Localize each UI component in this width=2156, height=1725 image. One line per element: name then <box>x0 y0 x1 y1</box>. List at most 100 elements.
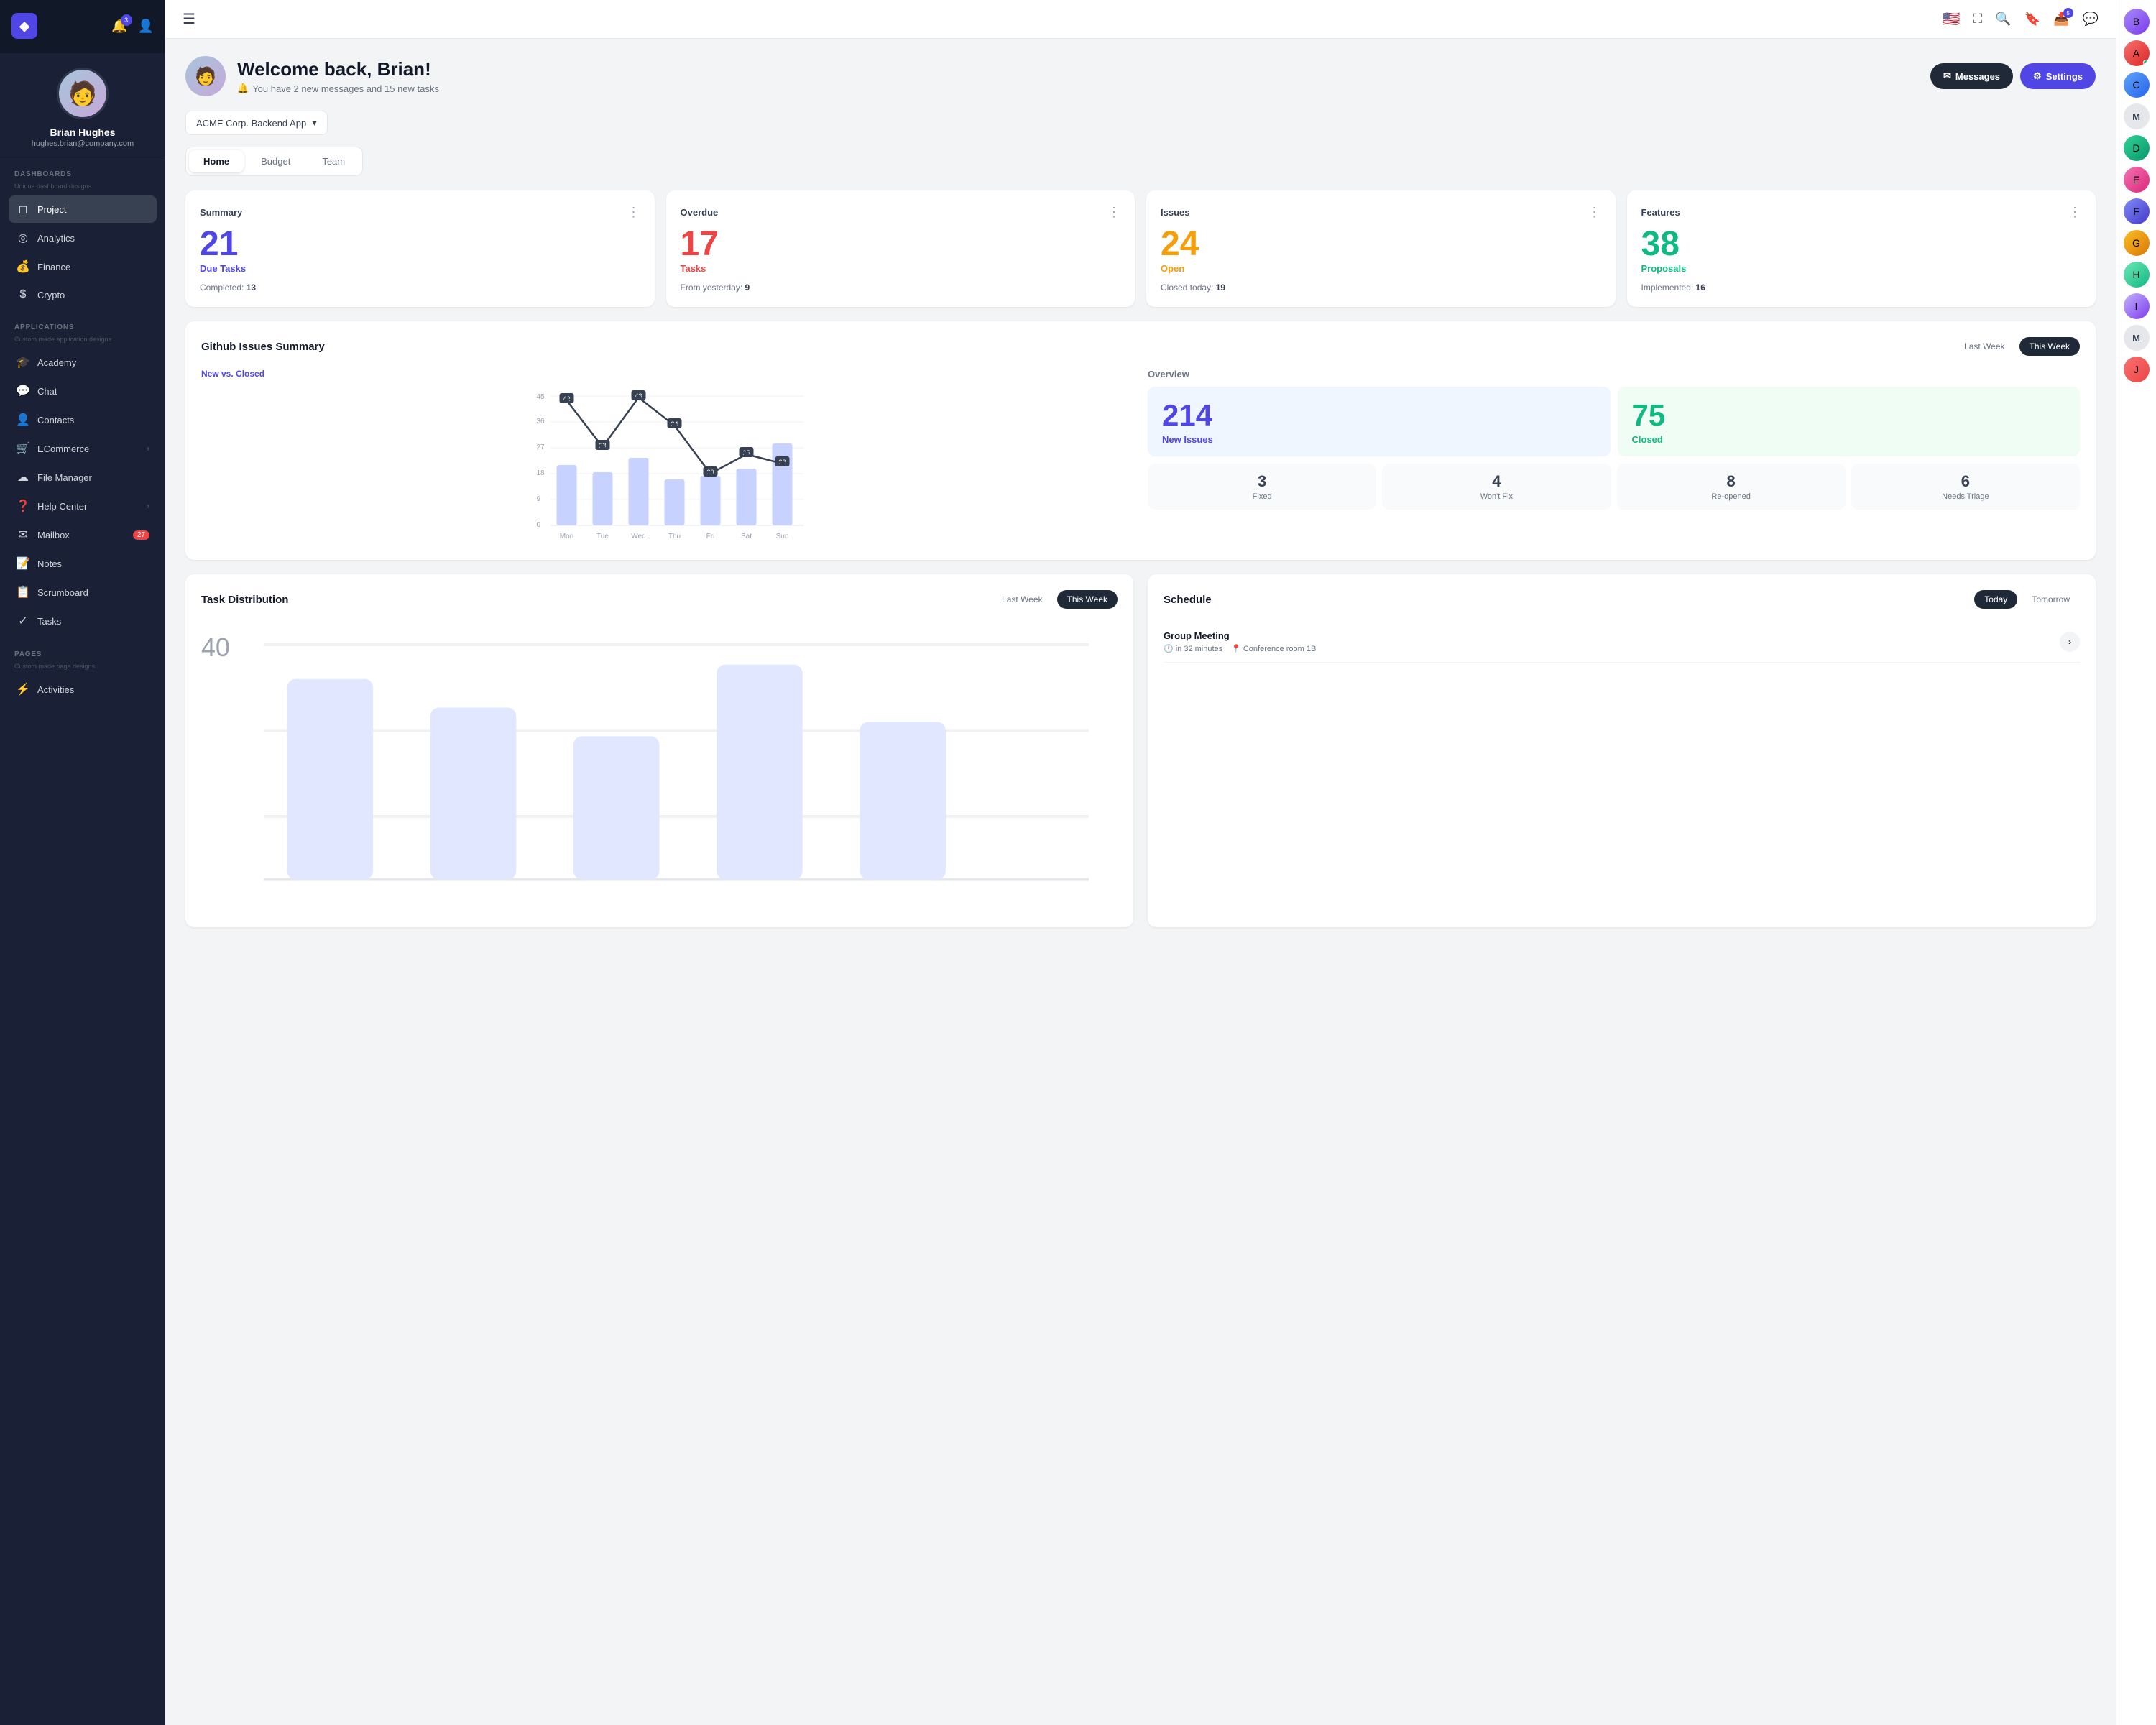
sidebar-item-crypto[interactable]: $ Crypto <box>9 282 157 308</box>
closed-issues-card: 75 Closed <box>1618 387 2081 456</box>
stat-summary-menu[interactable]: ⋮ <box>627 205 640 220</box>
schedule-tomorrow-btn[interactable]: Tomorrow <box>2022 590 2080 609</box>
notification-bell[interactable]: 🔔 3 <box>111 19 127 34</box>
stat-overdue-header: Overdue ⋮ <box>681 205 1121 220</box>
svg-text:45: 45 <box>537 393 545 401</box>
sidebar-item-finance[interactable]: 💰 Finance <box>9 253 157 280</box>
sidebar-item-academy[interactable]: 🎓 Academy <box>9 349 157 376</box>
github-last-week-btn[interactable]: Last Week <box>1954 337 2014 356</box>
task-dist-last-week-btn[interactable]: Last Week <box>992 590 1052 609</box>
schedule-today-btn[interactable]: Today <box>1974 590 2017 609</box>
github-this-week-btn[interactable]: This Week <box>2019 337 2080 356</box>
project-selector-label: ACME Corp. Backend App <box>196 118 306 129</box>
sidebar-item-tasks[interactable]: ✓ Tasks <box>9 607 157 635</box>
mini-card-triage: 6 Needs Triage <box>1851 464 2080 510</box>
mini-card-wontfix: 4 Won't Fix <box>1382 464 1611 510</box>
right-sidebar: B A C M D E F G H I M J <box>2116 0 2156 1725</box>
chevron-down-icon: ▾ <box>312 117 317 129</box>
chevron-right-icon-2: › <box>147 502 149 510</box>
wontfix-label: Won't Fix <box>1389 492 1603 501</box>
analytics-icon: ◎ <box>16 231 30 245</box>
sidebar-item-notes[interactable]: 📝 Notes <box>9 550 157 577</box>
inbox-icon[interactable]: 📥 5 <box>2053 12 2069 27</box>
schedule-item-arrow[interactable]: › <box>2060 632 2080 652</box>
fullscreen-icon[interactable]: ⛶ <box>1973 12 1983 27</box>
project-selector[interactable]: ACME Corp. Backend App ▾ <box>185 111 328 135</box>
right-avatar-5[interactable]: E <box>2124 167 2150 193</box>
nav-applications: APPLICATIONS Custom made application des… <box>0 313 165 640</box>
messages-button[interactable]: ✉ Messages <box>1930 63 2013 89</box>
gear-icon: ⚙ <box>2033 70 2042 82</box>
nav-section-pages-label: PAGES <box>9 650 157 658</box>
stat-card-summary: Summary ⋮ 21 Due Tasks Completed: 13 <box>185 190 655 307</box>
sidebar-item-helpcenter[interactable]: ❓ Help Center › <box>9 492 157 520</box>
svg-text:0: 0 <box>537 521 541 529</box>
search-icon[interactable]: 🔍 <box>1995 12 2011 27</box>
task-dist-svg: 40 <box>201 622 1118 908</box>
bookmark-icon[interactable]: 🔖 <box>2024 12 2040 27</box>
tab-home[interactable]: Home <box>189 150 244 172</box>
sidebar-item-ecommerce[interactable]: 🛒 ECommerce › <box>9 435 157 462</box>
sidebar-item-chat[interactable]: 💬 Chat <box>9 377 157 405</box>
right-avatar-4[interactable]: D <box>2124 135 2150 161</box>
stats-grid: Summary ⋮ 21 Due Tasks Completed: 13 Ove… <box>185 190 2096 307</box>
task-dist-this-week-btn[interactable]: This Week <box>1057 590 1118 609</box>
stat-card-overdue: Overdue ⋮ 17 Tasks From yesterday: 9 <box>666 190 1135 307</box>
chat-icon: 💬 <box>16 384 30 398</box>
settings-button[interactable]: ⚙ Settings <box>2020 63 2096 89</box>
flag-icon[interactable]: 🇺🇸 <box>1943 10 1961 28</box>
sidebar-item-filemanager[interactable]: ☁ File Manager <box>9 464 157 491</box>
mailbox-badge: 27 <box>133 530 149 540</box>
issues-chart: 45 36 27 18 9 0 <box>201 386 1133 544</box>
clock-icon: 🕐 <box>1164 644 1174 653</box>
welcome-actions: ✉ Messages ⚙ Settings <box>1930 63 2096 89</box>
stat-overdue-title: Overdue <box>681 207 719 218</box>
right-avatar-0[interactable]: B <box>2124 9 2150 34</box>
right-avatar-8[interactable]: H <box>2124 262 2150 288</box>
chat-bubble-icon[interactable]: 💬 <box>2083 12 2099 27</box>
right-avatar-10[interactable]: M <box>2124 325 2150 351</box>
tab-budget[interactable]: Budget <box>247 150 305 172</box>
tab-team[interactable]: Team <box>308 150 359 172</box>
github-issues-header: Github Issues Summary Last Week This Wee… <box>201 337 2080 356</box>
right-avatar-7[interactable]: G <box>2124 230 2150 256</box>
github-body: New vs. Closed 45 36 27 18 9 0 <box>201 369 2080 544</box>
right-avatar-1[interactable]: A <box>2124 40 2150 66</box>
fixed-label: Fixed <box>1155 492 1369 501</box>
sidebar-item-activities[interactable]: ⚡ Activities <box>9 676 157 703</box>
right-avatar-9[interactable]: I <box>2124 293 2150 319</box>
sidebar-item-mailbox[interactable]: ✉ Mailbox 27 <box>9 521 157 548</box>
sidebar-item-scrumboard[interactable]: 📋 Scrumboard <box>9 579 157 606</box>
chevron-right-icon: › <box>147 445 149 453</box>
sidebar-item-analytics[interactable]: ◎ Analytics <box>9 224 157 252</box>
triage-label: Needs Triage <box>1858 492 2073 501</box>
right-avatar-11[interactable]: J <box>2124 356 2150 382</box>
sidebar-top: ◆ 🔔 3 👤 <box>0 0 165 53</box>
stat-overdue-menu[interactable]: ⋮ <box>1107 205 1120 220</box>
sidebar-item-project[interactable]: ◻ Project <box>9 196 157 223</box>
fixed-number: 3 <box>1155 472 1369 491</box>
page-content: 🧑 Welcome back, Brian! 🔔 You have 2 new … <box>165 39 2116 944</box>
right-avatar-2[interactable]: C <box>2124 72 2150 98</box>
sidebar-item-ecommerce-label: ECommerce <box>37 443 89 454</box>
main-wrapper: ☰ 🇺🇸 ⛶ 🔍 🔖 📥 5 💬 🧑 Welcome back, B <box>165 0 2156 1725</box>
schedule-location: 📍 Conference room 1B <box>1231 644 1316 653</box>
avatar-image: 🧑 <box>59 70 106 117</box>
welcome-text: Welcome back, Brian! 🔔 You have 2 new me… <box>237 58 439 94</box>
hamburger-menu[interactable]: ☰ <box>183 10 195 28</box>
wontfix-number: 4 <box>1389 472 1603 491</box>
stat-features-footer: Implemented: 16 <box>1641 282 2082 293</box>
user-profile-icon[interactable]: 👤 <box>138 19 154 34</box>
app-logo[interactable]: ◆ <box>11 13 37 39</box>
stat-issues-label: Open <box>1161 263 1601 274</box>
sidebar-item-contacts[interactable]: 👤 Contacts <box>9 406 157 433</box>
main-content: ☰ 🇺🇸 ⛶ 🔍 🔖 📥 5 💬 🧑 Welcome back, B <box>165 0 2116 1725</box>
stat-features-menu[interactable]: ⋮ <box>2068 205 2081 220</box>
mini-card-fixed: 3 Fixed <box>1148 464 1376 510</box>
tasks-icon: ✓ <box>16 614 30 628</box>
right-avatar-3[interactable]: M <box>2124 104 2150 129</box>
stat-issues-menu[interactable]: ⋮ <box>1588 205 1601 220</box>
right-avatar-6[interactable]: F <box>2124 198 2150 224</box>
ecommerce-icon: 🛒 <box>16 441 30 456</box>
svg-text:Sat: Sat <box>741 533 752 540</box>
